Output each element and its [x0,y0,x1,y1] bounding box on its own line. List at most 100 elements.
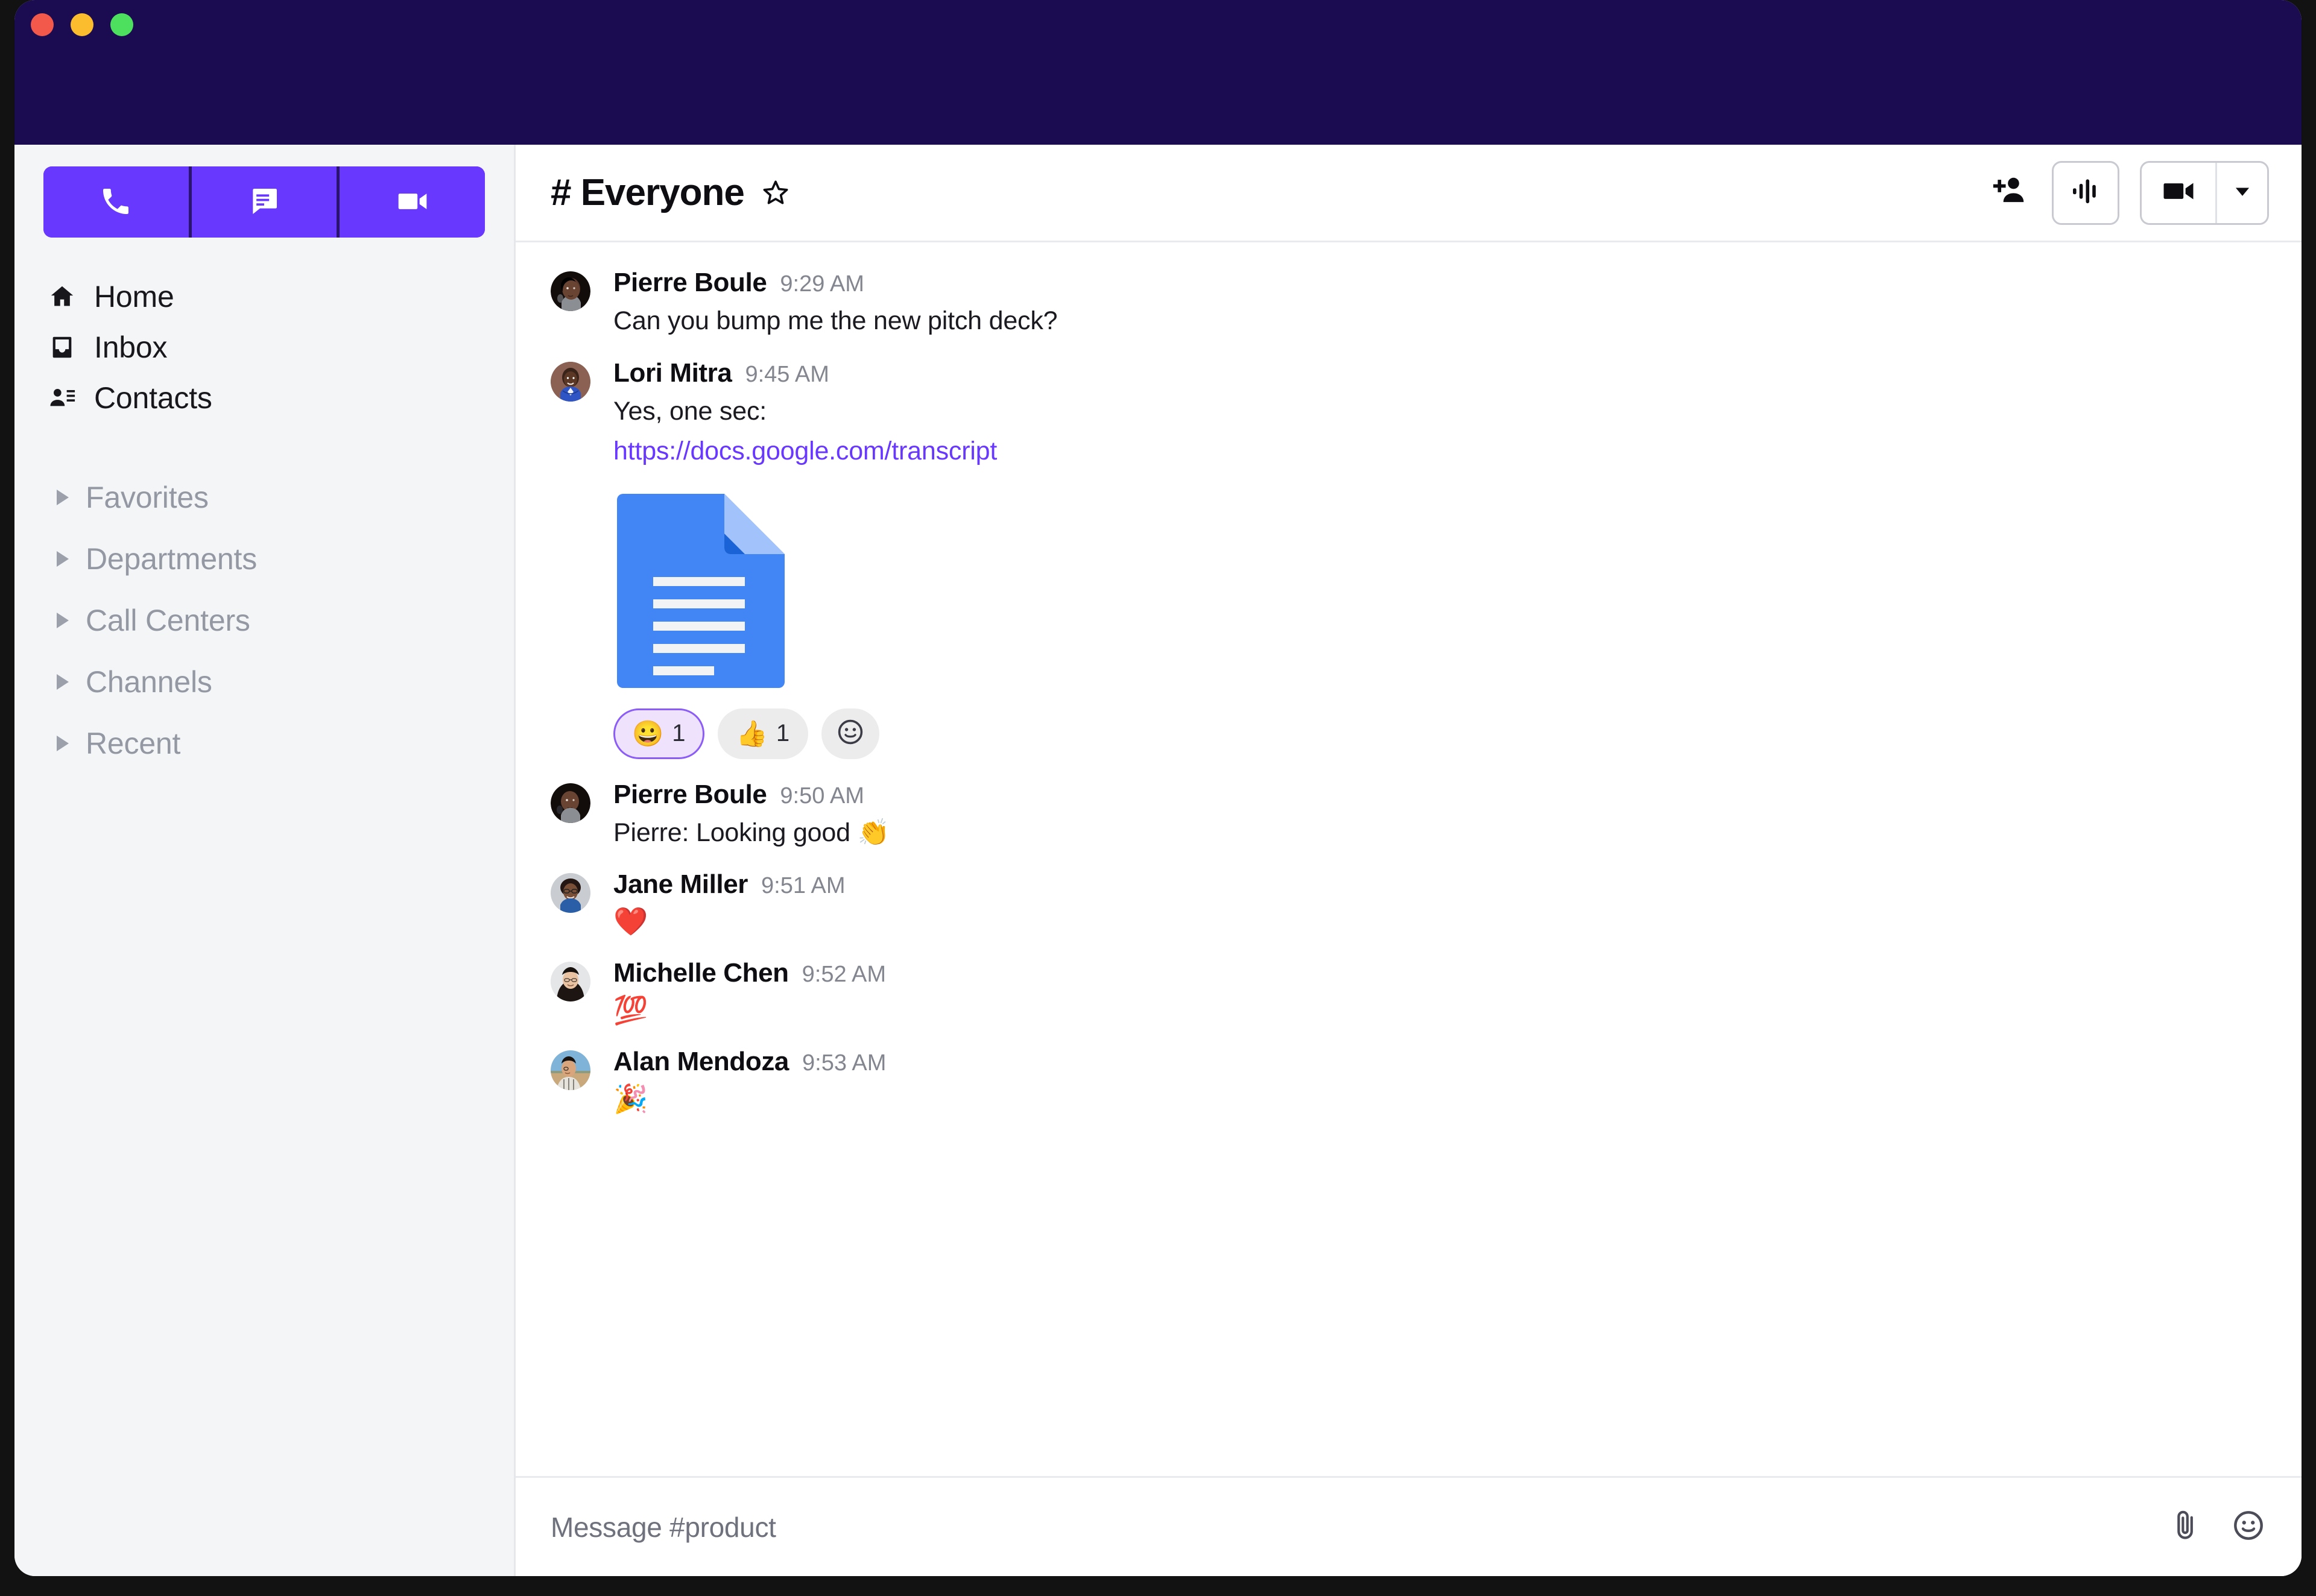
emoji-picker-button[interactable] [2229,1508,2268,1547]
sidebar-group-label: Departments [86,542,258,576]
avatar-image [551,271,590,311]
chevron-down-icon [2231,180,2254,206]
message-reactions: 😀 1 👍 1 [613,708,997,759]
avatar-image [551,361,590,402]
smiley-add-reaction-icon [836,718,865,749]
chevron-right-icon [57,490,69,505]
app-body: Home Inbox Contacts Favorites Department… [14,145,2302,1576]
add-reaction-button[interactable] [821,708,880,759]
chevron-right-icon [57,674,69,690]
sidebar-group-call-centers[interactable]: Call Centers [14,590,514,651]
avatar-image [551,1050,590,1091]
message-meta: Alan Mendoza 9:53 AM [613,1047,886,1077]
video-icon [396,185,429,220]
video-options-button[interactable] [2215,162,2267,223]
call-button[interactable] [43,166,189,238]
avatar[interactable] [551,271,590,311]
message-emoji: 🎉 [613,1083,648,1115]
star-outline-icon[interactable] [760,177,791,209]
avatar[interactable] [551,962,590,1002]
audio-waveform-icon [2069,174,2102,211]
avatar[interactable] [551,783,590,823]
message-meta: Pierre Boule 9:50 AM [613,780,890,810]
message-item: Michelle Chen 9:52 AM 💯 [516,958,2302,1026]
video-call-split-button [2140,160,2269,225]
audio-call-button[interactable] [2052,160,2119,225]
message-input[interactable] [551,1510,2166,1544]
chevron-right-icon [57,551,69,567]
composer-actions [2166,1508,2268,1547]
sidebar-item-home[interactable]: Home [14,271,514,322]
sidebar-item-label: Home [94,280,174,314]
message-text: Pierre: Looking good 👏 [613,818,890,847]
message-meta: Pierre Boule 9:29 AM [613,268,1057,298]
message-item: Jane Miller 9:51 AM ❤️ [516,869,2302,938]
video-button[interactable] [337,166,485,238]
home-icon [48,283,86,311]
message-timestamp: 9:29 AM [780,271,864,297]
avatar-image [551,962,590,1002]
chevron-right-icon [57,613,69,628]
message-body: Alan Mendoza 9:53 AM 🎉 [613,1047,886,1115]
avatar[interactable] [551,361,590,402]
message-meta: Michelle Chen 9:52 AM [613,958,886,988]
sidebar-item-contacts[interactable]: Contacts [14,373,514,423]
phone-icon [99,185,133,220]
paperclip-icon [2169,1509,2203,1545]
message-body: Pierre Boule 9:29 AM Can you bump me the… [613,268,1058,338]
message-author: Michelle Chen [613,958,789,988]
start-video-button[interactable] [2142,163,2215,223]
message-meta: Lori Mitra 9:45 AM [613,358,997,388]
message-author: Pierre Boule [613,268,767,297]
message-timestamp: 9:52 AM [802,962,887,988]
sidebar-group-channels[interactable]: Channels [14,651,514,713]
emoji-icon [2232,1509,2265,1545]
message-author: Lori Mitra [613,358,732,388]
message-composer [516,1476,2302,1576]
attach-file-button[interactable] [2166,1508,2205,1547]
sidebar: Home Inbox Contacts Favorites Department… [14,145,514,1576]
sidebar-group-label: Channels [86,665,212,699]
minimize-window-button[interactable] [71,13,93,36]
app-window: Home Inbox Contacts Favorites Department… [14,0,2302,1576]
message-link[interactable]: https://docs.google.com/transcript [613,437,997,466]
message-body: Jane Miller 9:51 AM ❤️ [613,869,845,938]
channel-header: # Everyone [516,145,2302,242]
avatar[interactable] [551,1050,590,1091]
message-body: Michelle Chen 9:52 AM 💯 [613,958,886,1026]
message-author: Pierre Boule [613,779,767,809]
reaction-count: 1 [776,720,790,746]
thumbs-up-icon: 👍 [736,719,768,748]
inbox-icon [48,333,86,361]
message-emoji: ❤️ [613,906,648,938]
message-body: Lori Mitra 9:45 AM Yes, one sec: https:/… [613,358,997,759]
add-person-button[interactable] [1988,171,2031,215]
reaction-chip-grin[interactable]: 😀 1 [613,708,704,759]
google-docs-attachment[interactable] [613,488,794,690]
message-timestamp: 9:45 AM [745,361,829,387]
maximize-window-button[interactable] [110,13,133,36]
main-panel: # Everyone Pierre Boule 9:29 AM Can you … [514,145,2302,1576]
message-timestamp: 9:51 AM [761,873,846,899]
sidebar-item-label: Contacts [94,381,212,415]
chat-icon [247,185,281,220]
sidebar-group-label: Favorites [86,481,209,514]
sidebar-item-inbox[interactable]: Inbox [14,322,514,373]
close-window-button[interactable] [31,13,54,36]
grinning-face-icon: 😀 [632,719,664,748]
message-text: Yes, one sec: [613,396,767,426]
sidebar-group-favorites[interactable]: Favorites [14,467,514,528]
sidebar-group-recent[interactable]: Recent [14,713,514,774]
message-button[interactable] [188,166,337,238]
message-text: Can you bump me the new pitch deck? [613,306,1058,335]
message-emoji: 💯 [613,994,648,1026]
avatar[interactable] [551,873,590,913]
sidebar-group-departments[interactable]: Departments [14,528,514,590]
sidebar-action-buttons [43,166,485,238]
sidebar-primary-nav: Home Inbox Contacts [14,271,514,423]
video-camera-icon [2162,174,2195,211]
contacts-icon [48,384,86,412]
add-person-icon [1991,172,2028,213]
message-item: Alan Mendoza 9:53 AM 🎉 [516,1047,2302,1115]
reaction-chip-thumbsup[interactable]: 👍 1 [717,708,809,759]
